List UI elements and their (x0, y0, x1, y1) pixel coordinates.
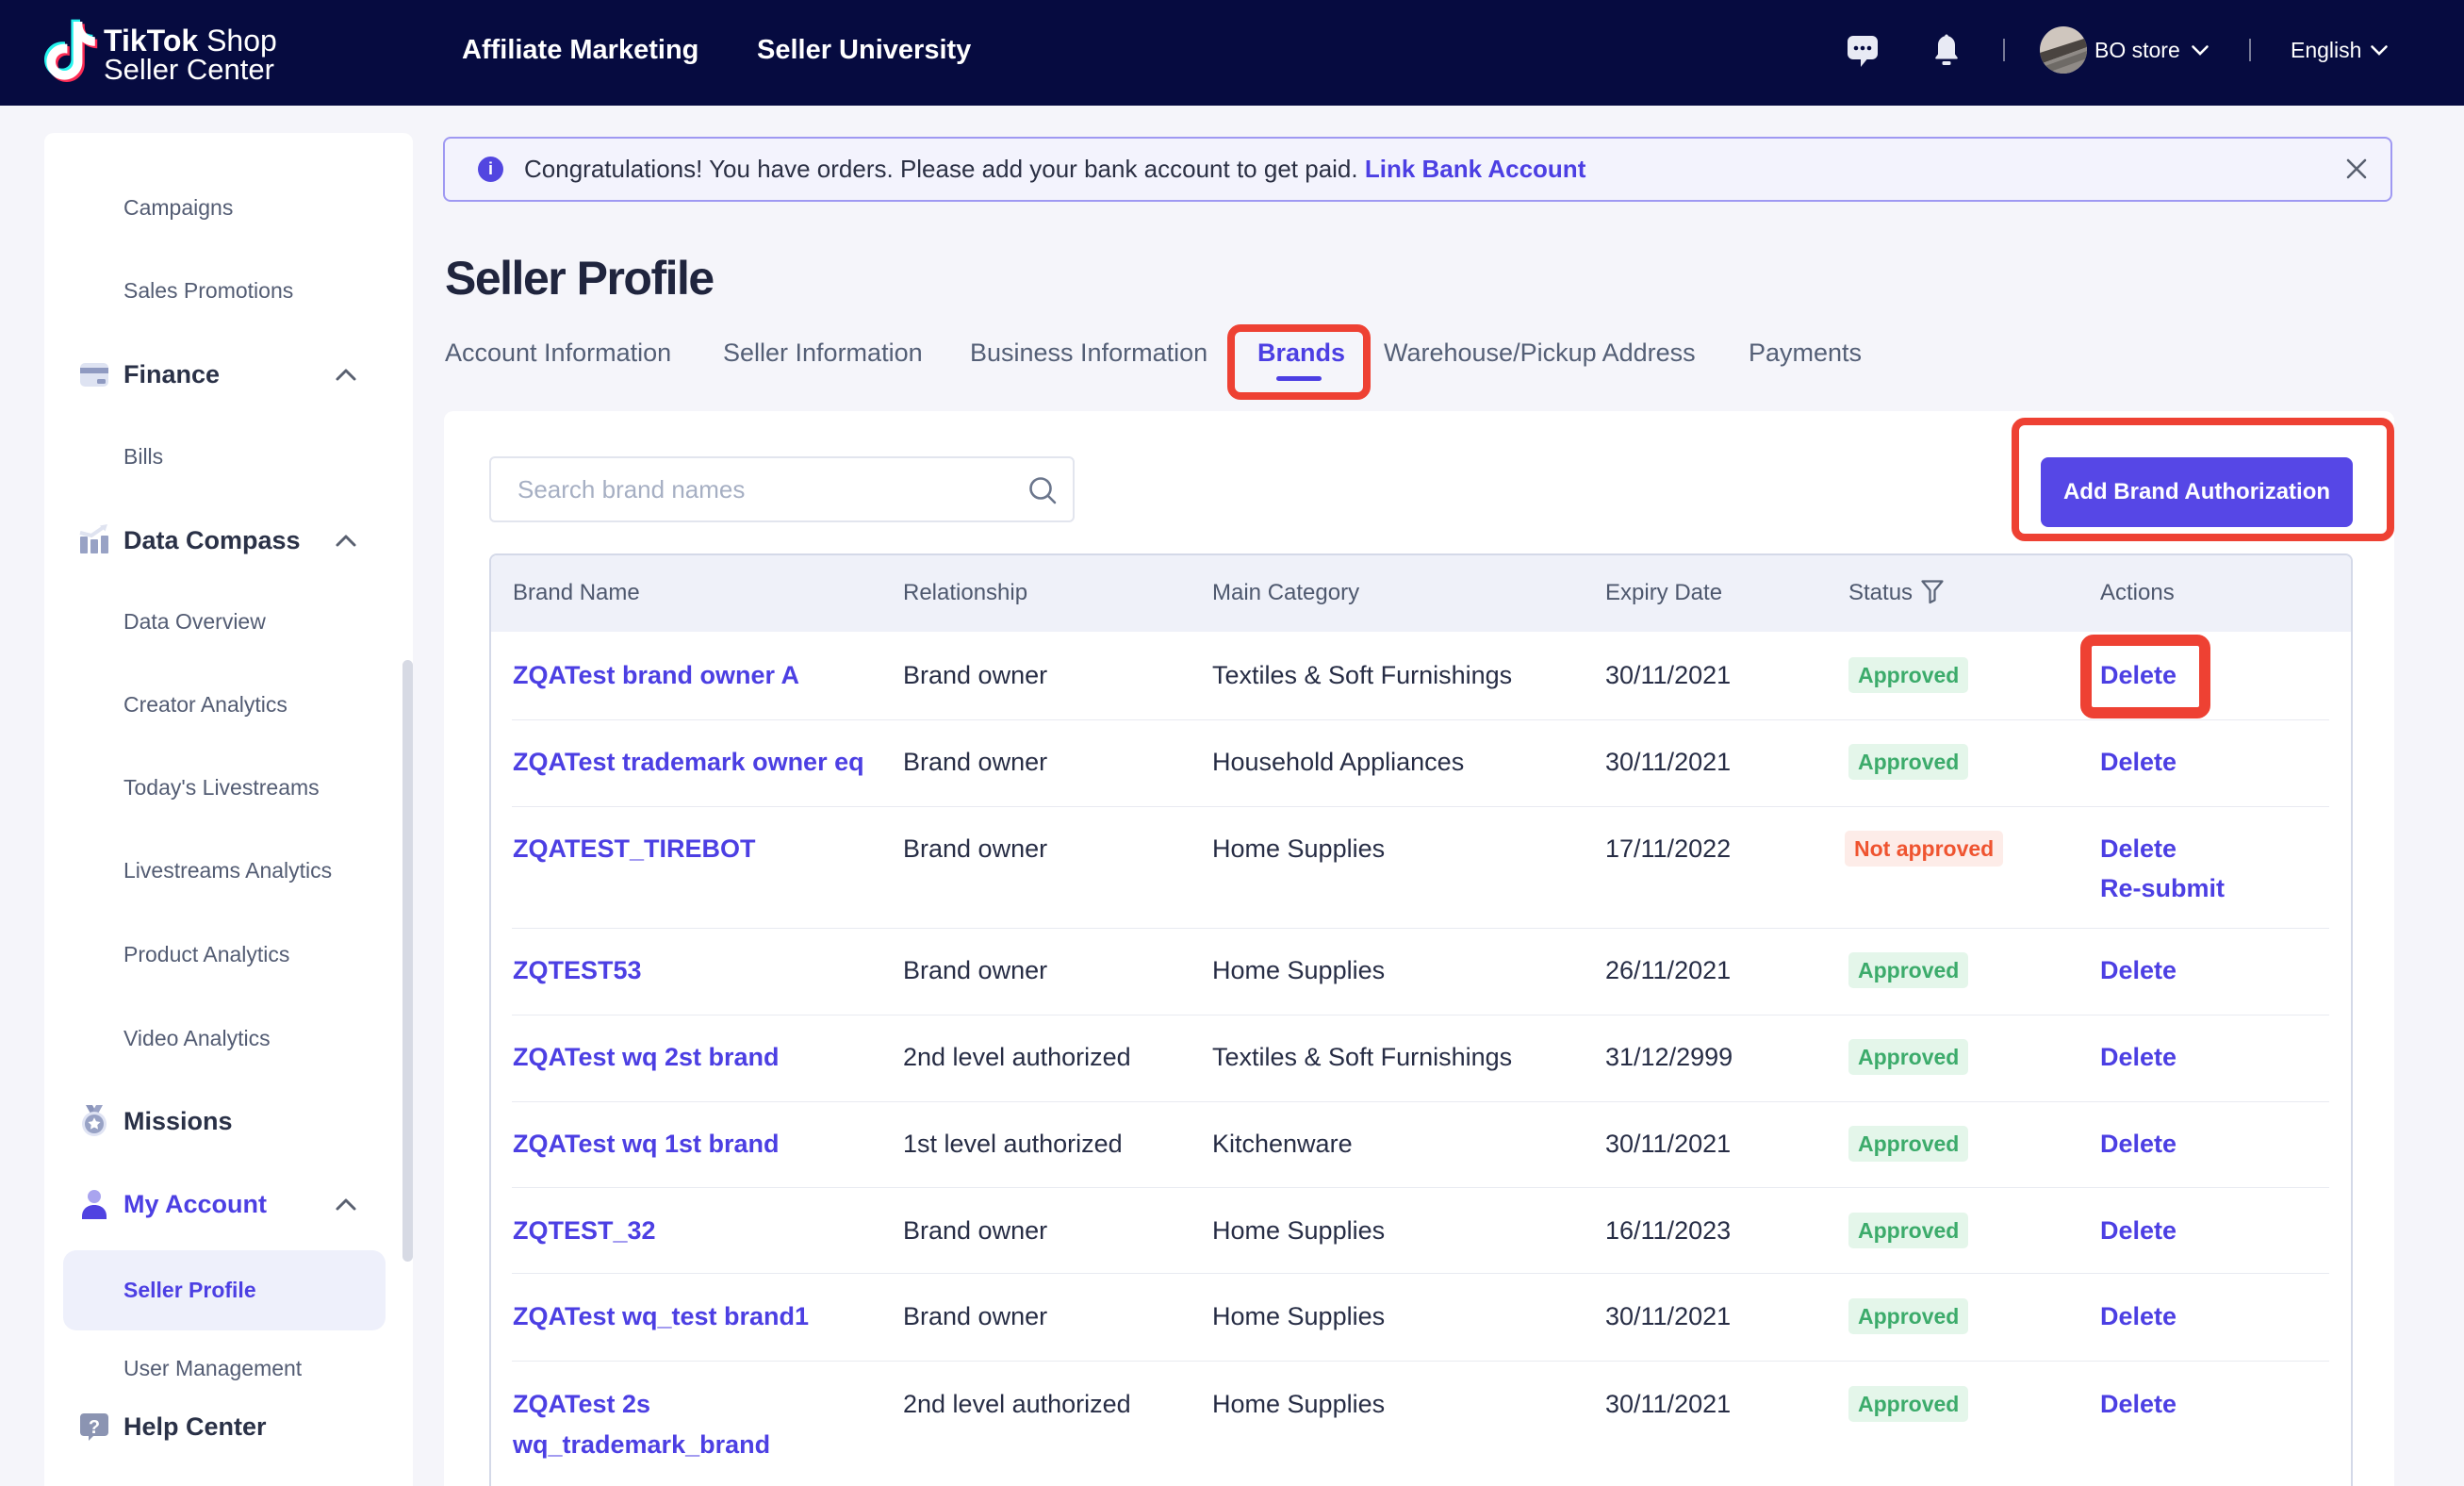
svg-text:?: ? (89, 1417, 100, 1438)
